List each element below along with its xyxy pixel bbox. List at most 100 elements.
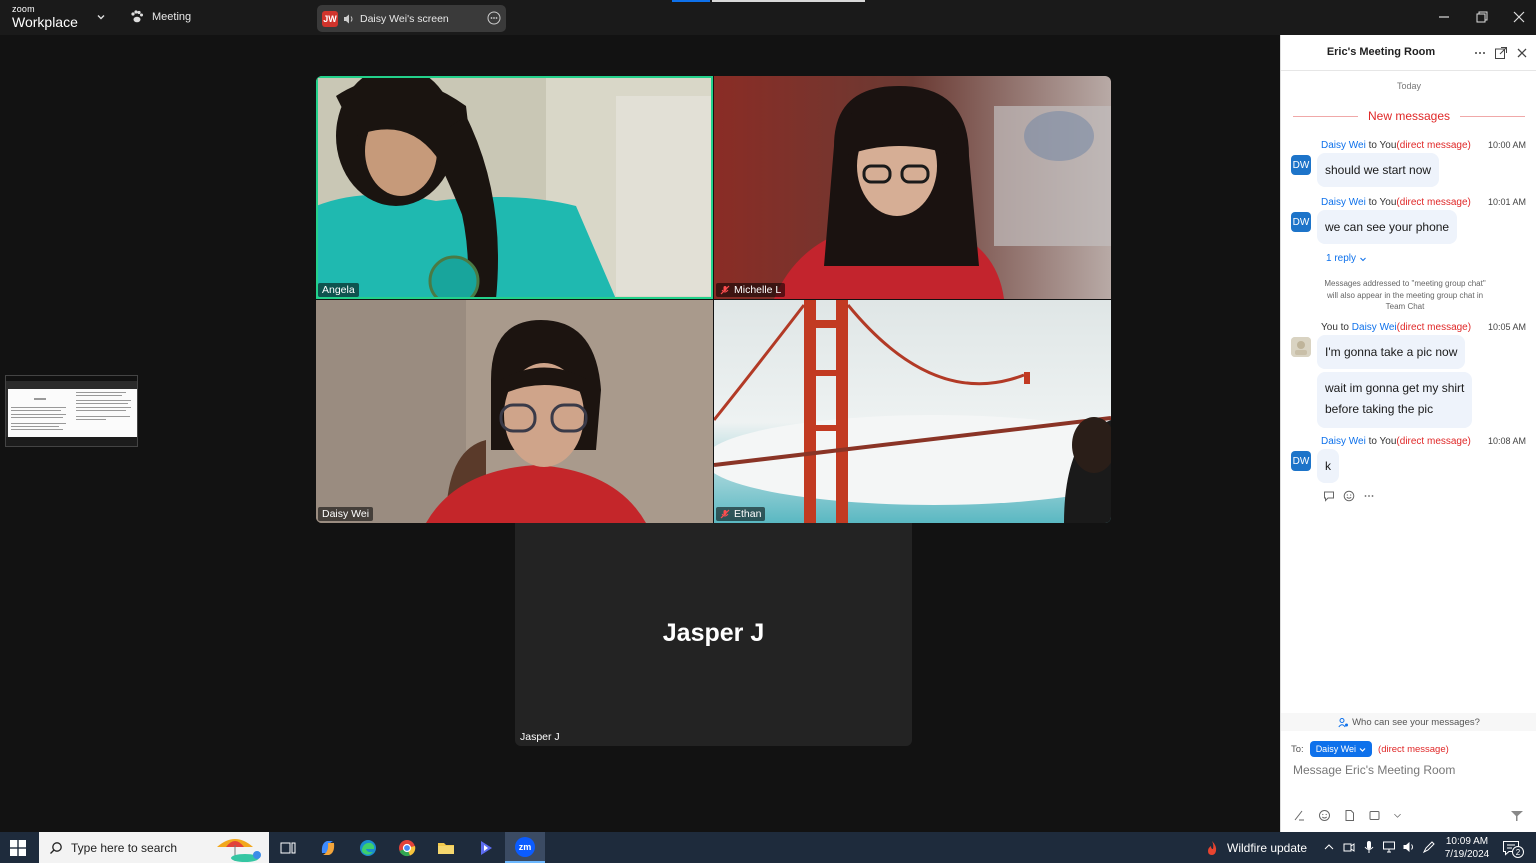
mic-muted-icon — [720, 509, 730, 519]
dm-tag: (direct message) — [1396, 140, 1471, 151]
angela-video — [316, 76, 713, 299]
message-input[interactable] — [1293, 763, 1525, 777]
paw-icon — [131, 10, 143, 23]
message-header: You to Daisy Wei(direct message) 10:05 A… — [1321, 322, 1526, 333]
chrome-icon[interactable] — [397, 838, 417, 858]
share-indicator-left — [672, 0, 710, 2]
file-icon[interactable] — [1343, 809, 1356, 822]
more-options-icon[interactable] — [487, 11, 501, 25]
chevron-down-icon[interactable] — [96, 12, 106, 22]
message-bubble[interactable]: k — [1317, 449, 1339, 483]
sender-name[interactable]: Daisy Wei — [1321, 197, 1366, 208]
task-view-icon[interactable] — [278, 838, 298, 858]
format-icon[interactable] — [1293, 809, 1306, 822]
video-tile-michelle[interactable]: Michelle L — [714, 76, 1111, 299]
screen-share-pill[interactable]: JW Daisy Wei's screen — [317, 5, 506, 32]
thread-reply-link[interactable]: 1 reply — [1326, 253, 1367, 264]
system-clock[interactable]: 10:09 AM 7/19/2024 — [1440, 835, 1494, 861]
sharer-avatar: JW — [322, 10, 338, 27]
video-tile-ethan[interactable]: Ethan — [714, 300, 1111, 523]
avatar[interactable]: DW — [1291, 212, 1311, 232]
date-divider: Today — [1396, 81, 1422, 91]
chevron-down-icon — [1360, 257, 1366, 261]
search-placeholder: Type here to search — [71, 840, 178, 855]
video-tile-angela[interactable]: Angela — [316, 76, 713, 299]
screenshot-icon[interactable] — [1368, 809, 1381, 822]
recipient-name[interactable]: Daisy Wei — [1352, 322, 1397, 333]
ethan-video — [714, 300, 1111, 523]
more-icon[interactable] — [1473, 46, 1487, 60]
participant-name: Jasper J — [520, 731, 560, 743]
sender-name[interactable]: Daisy Wei — [1321, 436, 1366, 447]
participant-name: Ethan — [734, 508, 762, 520]
recipient-selector[interactable]: Daisy Wei — [1309, 741, 1373, 757]
avatar[interactable]: DW — [1291, 451, 1311, 471]
message-bubble[interactable]: we can see your phone — [1317, 210, 1458, 244]
minimize-icon[interactable] — [1436, 9, 1452, 25]
copilot-icon[interactable] — [318, 838, 338, 858]
dm-tag: (direct message) — [1396, 197, 1471, 208]
send-icon[interactable] — [1510, 809, 1524, 823]
more-icon[interactable] — [1363, 490, 1375, 502]
media-app-icon[interactable] — [476, 838, 496, 858]
message-bubble[interactable]: I'm gonna take a pic now — [1317, 335, 1466, 369]
sender-name[interactable]: Daisy Wei — [1321, 140, 1366, 151]
volume-icon[interactable] — [1402, 840, 1416, 854]
divider-line — [1460, 115, 1525, 117]
emoji-reaction-icon[interactable] — [1343, 490, 1355, 502]
clock-date: 7/19/2024 — [1444, 849, 1490, 860]
chevron-down-icon[interactable] — [1393, 811, 1402, 820]
avatar[interactable]: DW — [1291, 155, 1311, 175]
message-bubble[interactable]: should we start now — [1317, 153, 1440, 187]
meeting-menu-button[interactable]: Meeting — [130, 10, 191, 23]
pop-out-icon[interactable] — [1494, 46, 1508, 60]
taskbar-search[interactable]: Type here to search — [39, 832, 269, 863]
windows-start-icon[interactable] — [10, 840, 26, 856]
participant-name: Michelle L — [734, 284, 782, 296]
message-header: Daisy Wei to You(direct message) 10:08 A… — [1321, 436, 1526, 447]
screen: zoom Workplace Meeting JW Daisy Wei's sc… — [0, 0, 1536, 863]
close-icon[interactable] — [1515, 46, 1529, 60]
participant-name: Daisy Wei — [322, 508, 370, 520]
my-avatar[interactable] — [1291, 337, 1311, 357]
privacy-text: Who can see your messages? — [1352, 716, 1480, 728]
emoji-icon[interactable] — [1318, 809, 1331, 822]
close-icon[interactable] — [1511, 9, 1527, 25]
restore-icon[interactable] — [1473, 9, 1489, 25]
pen-icon[interactable] — [1422, 840, 1436, 854]
microphone-icon[interactable] — [1362, 840, 1376, 854]
system-tray — [1322, 840, 1436, 854]
edge-icon[interactable] — [358, 838, 378, 858]
notice-line: will also appear in the meeting group ch… — [1326, 290, 1484, 300]
message-header: Daisy Wei to You(direct message) 10:00 A… — [1321, 140, 1526, 151]
news-text: Wildfire update — [1227, 841, 1308, 855]
video-tile-jasper[interactable]: Jasper J Jasper J — [515, 523, 912, 746]
chat-header: Eric's Meeting Room — [1281, 35, 1536, 71]
compose-toolbar — [1293, 809, 1402, 822]
new-messages-label: New messages — [1367, 109, 1451, 123]
participant-display-name: Jasper J — [662, 619, 765, 647]
dm-tag: (direct message) — [1396, 436, 1471, 447]
recipient-text: to You — [1365, 140, 1397, 151]
privacy-link[interactable]: Who can see your messages? — [1281, 713, 1536, 731]
zoom-workplace-logo[interactable]: zoom Workplace — [12, 5, 78, 30]
message-bubble[interactable]: wait im gonna get my shirt before taking… — [1317, 372, 1473, 428]
network-icon[interactable] — [1382, 840, 1396, 854]
zoom-taskbar-button[interactable]: zm — [505, 832, 545, 863]
message-actions — [1323, 490, 1375, 502]
reply-icon[interactable] — [1323, 490, 1335, 502]
message-time: 10:05 AM — [1487, 322, 1526, 332]
chat-panel: Eric's Meeting Room Today New messages D… — [1280, 35, 1536, 832]
speaker-icon — [344, 14, 353, 23]
tile-label: Ethan — [716, 507, 766, 521]
chevron-up-icon[interactable] — [1322, 840, 1336, 854]
avatar-image — [1291, 337, 1311, 357]
fire-icon — [1208, 841, 1217, 855]
shared-screen-thumbnail[interactable] — [5, 375, 138, 447]
message-header: Daisy Wei to You(direct message) 10:01 A… — [1321, 197, 1526, 208]
camera-icon[interactable] — [1342, 840, 1356, 854]
news-widget[interactable]: Wildfire update — [1205, 840, 1307, 856]
group-chat-notice: Messages addressed to "meeting group cha… — [1309, 278, 1501, 313]
file-explorer-icon[interactable] — [436, 838, 456, 858]
video-tile-daisy[interactable]: Daisy Wei — [316, 300, 713, 523]
